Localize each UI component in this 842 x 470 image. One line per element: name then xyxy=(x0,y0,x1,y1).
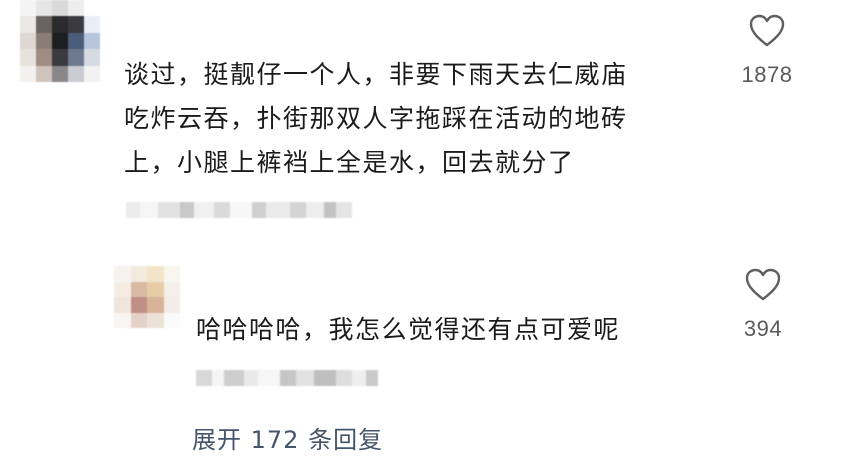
expand-replies-link[interactable]: 展开 172 条回复 xyxy=(192,420,383,455)
comment-body: 谈过，挺靓仔一个人，非要下雨天去仁威庙 吃炸云吞，扑街那双人字拖踩在活动的地砖 … xyxy=(124,53,714,185)
comment-meta-obscured xyxy=(126,202,352,218)
heart-outline-icon[interactable] xyxy=(749,14,785,48)
comment-line: 吃炸云吞，扑街那双人字拖踩在活动的地砖 xyxy=(124,104,628,133)
heart-outline-icon[interactable] xyxy=(745,268,781,302)
reply-like[interactable]: 394 xyxy=(728,268,798,342)
like-count: 1878 xyxy=(741,62,793,87)
reply-body: 哈哈哈哈，我怎么觉得还有点可爱呢 xyxy=(196,315,621,344)
like-count: 394 xyxy=(743,316,783,341)
reply-meta-obscured xyxy=(196,370,378,386)
commenter-avatar[interactable] xyxy=(20,0,100,82)
comment-like[interactable]: 1878 xyxy=(732,14,802,88)
replier-avatar[interactable] xyxy=(114,266,180,328)
comment-line: 上，小腿上裤裆上全是水，回去就分了 xyxy=(124,148,575,177)
comment-line: 谈过，挺靓仔一个人，非要下雨天去仁威庙 xyxy=(124,60,628,89)
